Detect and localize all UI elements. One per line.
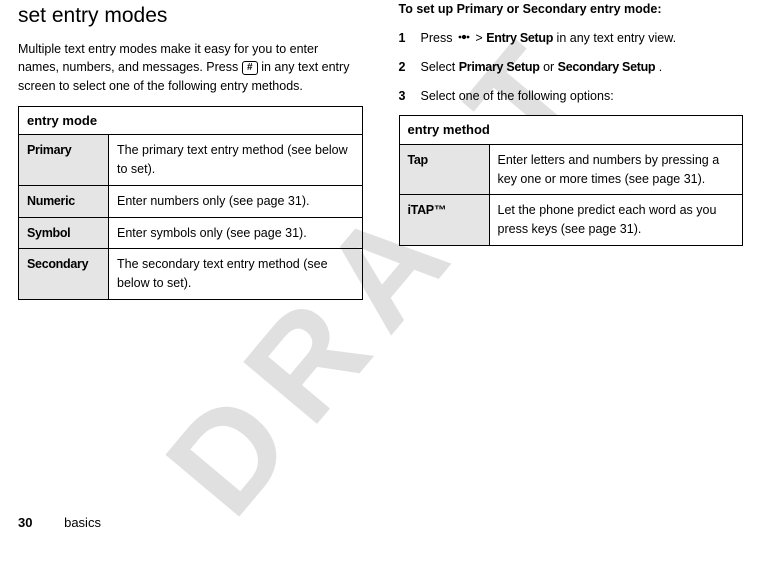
entry-mode-table: entry mode Primary The primary text entr… (18, 106, 363, 300)
step-text: in any text entry view. (557, 31, 677, 45)
menu-label: Primary Setup (459, 60, 540, 74)
page-number: 30 (18, 515, 32, 530)
step-text: Press (421, 31, 456, 45)
hash-key-icon: # (242, 61, 258, 75)
mode-name: Secondary (27, 257, 88, 271)
method-name: iTAP™ (408, 203, 447, 217)
right-column: To set up Primary or Secondary entry mod… (399, 0, 744, 300)
mode-name: Primary (27, 143, 71, 157)
mode-desc: The secondary text entry method (see bel… (109, 249, 363, 300)
table-row: Secondary The secondary text entry metho… (19, 249, 363, 300)
page-content: set entry modes Multiple text entry mode… (18, 0, 743, 300)
method-desc: Enter letters and numbers by pressing a … (489, 144, 743, 195)
table-row: Numeric Enter numbers only (see page 31)… (19, 185, 363, 217)
page-footer: 30 basics (18, 513, 101, 533)
setup-subtitle: To set up Primary or Secondary entry mod… (399, 0, 744, 19)
mode-name: Numeric (27, 194, 75, 208)
step-text: or (543, 60, 558, 74)
section-heading: set entry modes (18, 0, 363, 32)
method-desc: Let the phone predict each word as you p… (489, 195, 743, 246)
step-3: Select one of the following options: (399, 87, 744, 106)
setup-steps: Press > Entry Setup in any text entry vi… (399, 29, 744, 106)
mode-name: Symbol (27, 226, 70, 240)
mode-desc: Enter symbols only (see page 31). (109, 217, 363, 249)
table-row: Symbol Enter symbols only (see page 31). (19, 217, 363, 249)
step-text: Select (421, 60, 459, 74)
step-text: Select one of the following options: (421, 87, 614, 106)
mode-desc: The primary text entry method (see below… (109, 135, 363, 186)
center-key-icon (457, 29, 471, 48)
entry-mode-header: entry mode (19, 106, 363, 135)
step-2: Select Primary Setup or Secondary Setup … (399, 58, 744, 77)
table-row: Tap Enter letters and numbers by pressin… (399, 144, 743, 195)
table-row: iTAP™ Let the phone predict each word as… (399, 195, 743, 246)
step-1: Press > Entry Setup in any text entry vi… (399, 29, 744, 48)
menu-label: Secondary Setup (558, 60, 656, 74)
footer-section: basics (64, 515, 101, 530)
menu-label: Entry Setup (486, 31, 553, 45)
intro-paragraph: Multiple text entry modes make it easy f… (18, 40, 363, 96)
step-text: . (659, 60, 662, 74)
method-name: Tap (408, 153, 428, 167)
mode-desc: Enter numbers only (see page 31). (109, 185, 363, 217)
left-column: set entry modes Multiple text entry mode… (18, 0, 363, 300)
table-row: Primary The primary text entry method (s… (19, 135, 363, 186)
step-text: > (475, 31, 486, 45)
entry-method-table: entry method Tap Enter letters and numbe… (399, 115, 744, 246)
entry-method-header: entry method (399, 116, 743, 145)
